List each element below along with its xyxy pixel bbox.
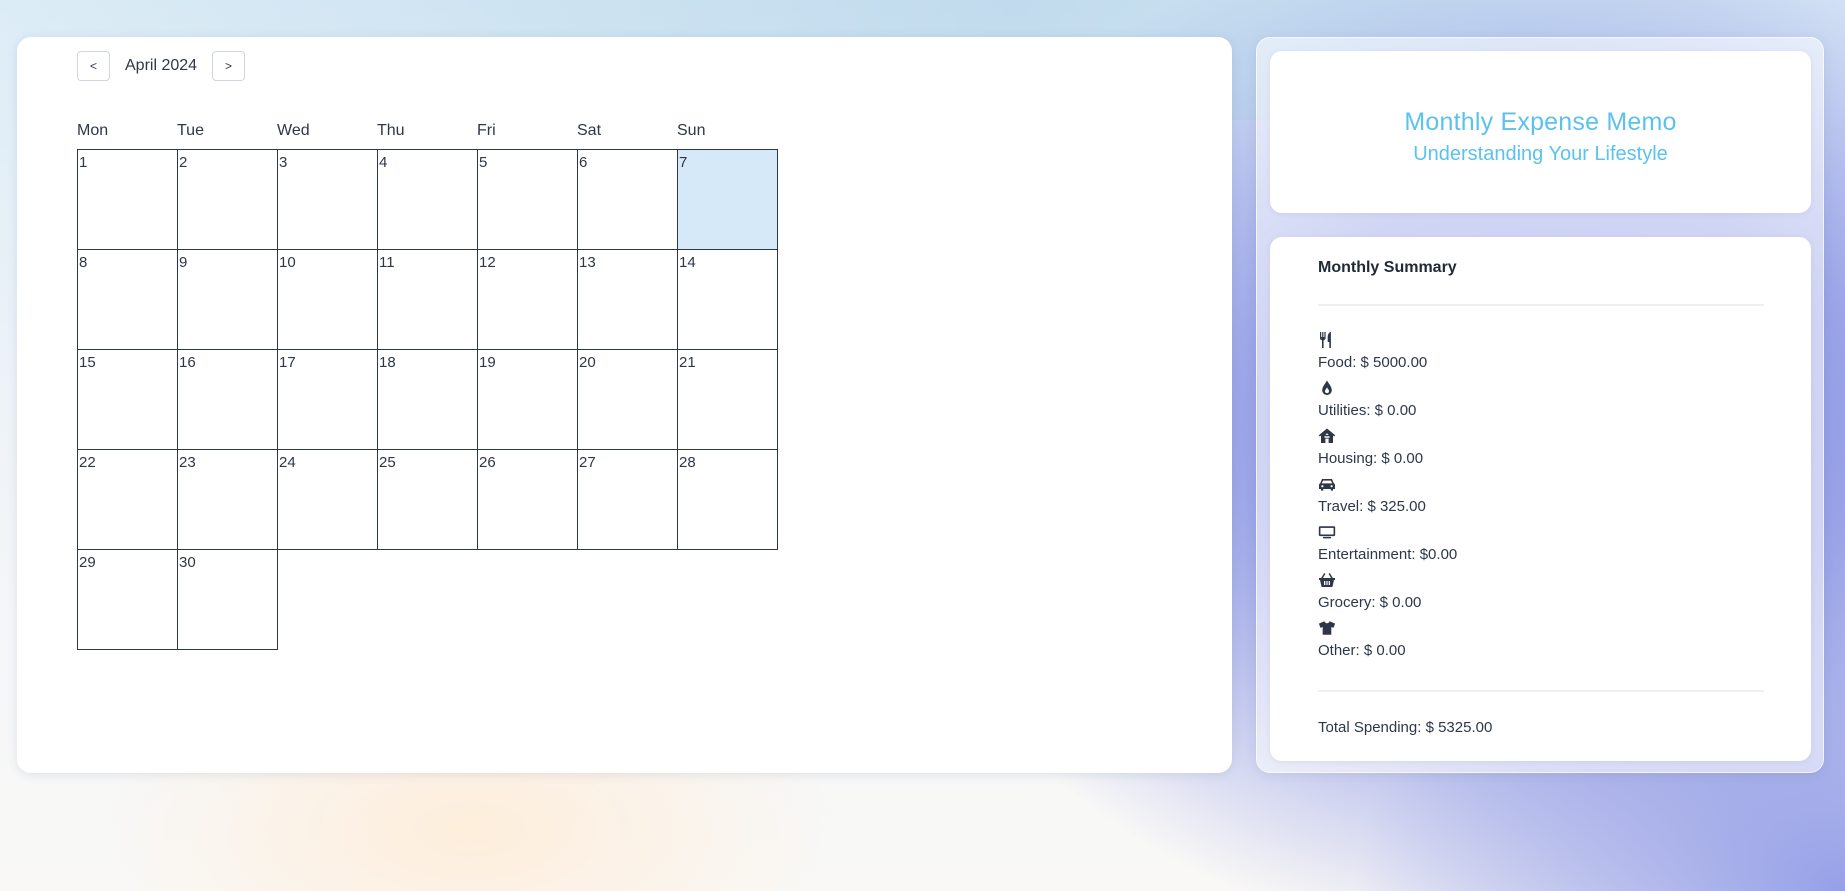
calendar-day[interactable]: 14 <box>677 249 778 350</box>
summary-list: Food: $ 5000.00 Utilities: $ 0.00 Housin… <box>1318 331 1457 667</box>
weekday-label: Tue <box>177 122 204 139</box>
weekday-label: Wed <box>277 122 310 139</box>
total-spending: Total Spending: $ 5325.00 <box>1318 719 1493 736</box>
calendar-panel: < April 2024 > Mon Tue Wed Thu Fri Sat S… <box>17 37 1232 773</box>
prev-month-button[interactable]: < <box>77 51 110 81</box>
calendar-day[interactable]: 16 <box>177 349 278 450</box>
weekday-label: Sun <box>677 122 706 139</box>
calendar-day[interactable]: 7 <box>677 149 778 250</box>
calendar-day[interactable]: 28 <box>677 449 778 550</box>
calendar-day[interactable]: 6 <box>577 149 678 250</box>
calendar-day[interactable]: 9 <box>177 249 278 350</box>
calendar-day[interactable]: 12 <box>477 249 578 350</box>
shirt-icon <box>1318 619 1336 637</box>
basket-icon <box>1318 571 1336 589</box>
calendar-day[interactable]: 5 <box>477 149 578 250</box>
summary-item-housing: Housing: $ 0.00 <box>1318 427 1457 475</box>
calendar-day[interactable]: 17 <box>277 349 378 450</box>
monthly-summary-card: Monthly Summary Food: $ 5000.00 Utilitie… <box>1270 237 1811 761</box>
divider <box>1318 690 1764 692</box>
calendar-day[interactable]: 30 <box>177 549 278 650</box>
page-title: Monthly Expense Memo <box>1404 108 1677 136</box>
calendar-day[interactable]: 21 <box>677 349 778 450</box>
summary-item-text: Other: $ 0.00 <box>1318 642 1406 659</box>
calendar-day[interactable]: 22 <box>77 449 178 550</box>
summary-item-text: Entertainment: $0.00 <box>1318 546 1458 563</box>
calendar-day[interactable]: 26 <box>477 449 578 550</box>
house-icon <box>1318 427 1336 445</box>
calendar-day[interactable]: 19 <box>477 349 578 450</box>
next-month-button[interactable]: > <box>212 51 246 81</box>
weekday-header: Mon Tue Wed Thu Fri Sat Sun <box>77 122 777 140</box>
calendar-day[interactable]: 20 <box>577 349 678 450</box>
summary-item-text: Utilities: $ 0.00 <box>1318 402 1417 419</box>
summary-item-grocery: Grocery: $ 0.00 <box>1318 571 1457 619</box>
calendar-grid: 1 2 3 4 5 6 7 8 9 10 11 12 13 14 15 16 17 18 19 20 21 22 23 24 2… <box>77 149 778 650</box>
calendar-day[interactable]: 18 <box>377 349 478 450</box>
weekday-label: Fri <box>477 122 496 139</box>
calendar-day[interactable]: 24 <box>277 449 378 550</box>
drop-icon <box>1318 379 1336 397</box>
calendar-day[interactable]: 23 <box>177 449 278 550</box>
calendar-day[interactable]: 4 <box>377 149 478 250</box>
summary-item-text: Housing: $ 0.00 <box>1318 450 1424 467</box>
calendar-day[interactable]: 13 <box>577 249 678 350</box>
calendar-day[interactable]: 15 <box>77 349 178 450</box>
divider <box>1318 304 1764 306</box>
weekday-label: Sat <box>577 122 602 139</box>
month-label: April 2024 <box>125 57 198 74</box>
calendar-day[interactable]: 27 <box>577 449 678 550</box>
calendar-day[interactable]: 11 <box>377 249 478 350</box>
weekday-label: Thu <box>377 122 405 139</box>
calendar-day[interactable]: 8 <box>77 249 178 350</box>
weekday-label: Mon <box>77 122 109 139</box>
summary-item-text: Grocery: $ 0.00 <box>1318 594 1422 611</box>
summary-title: Monthly Summary <box>1318 259 1457 276</box>
calendar-header: < April 2024 > <box>77 51 246 81</box>
calendar-day[interactable]: 29 <box>77 549 178 650</box>
calendar-day[interactable]: 25 <box>377 449 478 550</box>
title-card: Monthly Expense Memo Understanding Your … <box>1270 51 1811 213</box>
car-icon <box>1318 475 1336 493</box>
summary-item-entertainment: Entertainment: $0.00 <box>1318 523 1457 571</box>
summary-item-travel: Travel: $ 325.00 <box>1318 475 1457 523</box>
calendar-day[interactable]: 10 <box>277 249 378 350</box>
summary-item-text: Food: $ 5000.00 <box>1318 354 1428 371</box>
utensils-icon <box>1318 331 1336 349</box>
side-panel: Monthly Expense Memo Understanding Your … <box>1256 37 1824 773</box>
tv-icon <box>1318 523 1336 541</box>
calendar-day[interactable]: 3 <box>277 149 378 250</box>
page-subtitle: Understanding Your Lifestyle <box>1413 143 1668 165</box>
summary-item-text: Travel: $ 325.00 <box>1318 498 1426 515</box>
calendar-day[interactable]: 2 <box>177 149 278 250</box>
summary-item-other: Other: $ 0.00 <box>1318 619 1457 667</box>
summary-item-utilities: Utilities: $ 0.00 <box>1318 379 1457 427</box>
summary-item-food: Food: $ 5000.00 <box>1318 331 1457 379</box>
calendar-day[interactable]: 1 <box>77 149 178 250</box>
